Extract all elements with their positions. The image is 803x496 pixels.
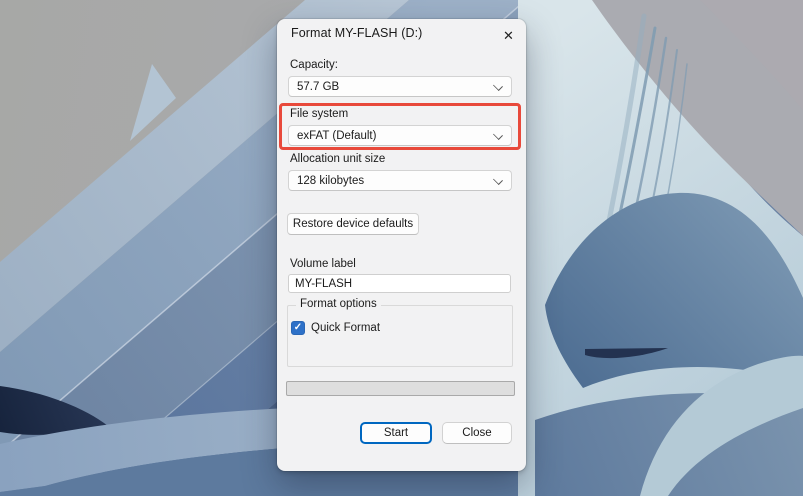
checkmark-icon: ✓ [294, 323, 302, 333]
close-button[interactable]: Close [442, 422, 512, 444]
volume-label-input[interactable] [288, 274, 511, 293]
chevron-down-icon [493, 81, 503, 91]
quick-format-label[interactable]: Quick Format [311, 322, 380, 334]
allocation-unit-size-dropdown[interactable]: 128 kilobytes [288, 170, 512, 191]
allocation-unit-size-value: 128 kilobytes [297, 175, 364, 187]
chevron-down-icon [493, 130, 503, 140]
file-system-dropdown[interactable]: exFAT (Default) [288, 125, 512, 146]
file-system-label: File system [290, 108, 348, 120]
chevron-down-icon [493, 175, 503, 185]
desktop-screen: Format MY-FLASH (D:) ✕ Capacity: 57.7 GB… [0, 0, 803, 496]
format-options-legend: Format options [296, 298, 381, 310]
quick-format-row: ✓ Quick Format [291, 321, 380, 335]
format-options-group: Format options [287, 305, 513, 367]
dialog-title: Format MY-FLASH (D:) [291, 26, 422, 40]
capacity-label: Capacity: [290, 59, 338, 71]
format-progress-bar [286, 381, 515, 396]
quick-format-checkbox[interactable]: ✓ [291, 321, 305, 335]
restore-device-defaults-button[interactable]: Restore device defaults [287, 213, 419, 235]
format-dialog: Format MY-FLASH (D:) ✕ Capacity: 57.7 GB… [277, 19, 526, 471]
start-button[interactable]: Start [360, 422, 432, 444]
file-system-value: exFAT (Default) [297, 130, 376, 142]
close-icon[interactable]: ✕ [496, 23, 521, 48]
volume-label-label: Volume label [290, 258, 356, 270]
allocation-unit-size-label: Allocation unit size [290, 153, 385, 165]
dialog-title-bar[interactable]: Format MY-FLASH (D:) ✕ [277, 19, 526, 49]
capacity-dropdown[interactable]: 57.7 GB [288, 76, 512, 97]
capacity-value: 57.7 GB [297, 81, 339, 93]
